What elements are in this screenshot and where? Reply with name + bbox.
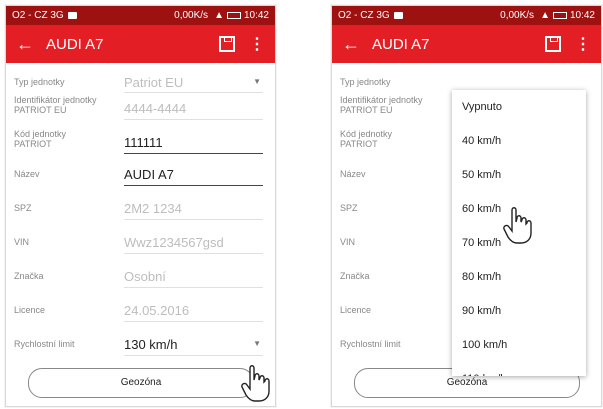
row-typ: Typ jednotky Patriot EU ▼ <box>14 73 275 95</box>
phone-screen-left: O2 - CZ 3G 0,00K/s ▲ 10:42 ← AUDI A7 ⋮ T… <box>5 5 276 407</box>
znacka-label: Značka <box>14 271 44 281</box>
licence-label: Licence <box>340 305 372 315</box>
clock: 10:42 <box>243 10 269 21</box>
network-speed: 0,00K/s <box>174 10 209 21</box>
znacka-field[interactable]: Osobní <box>124 269 166 284</box>
sim-icon <box>393 12 403 19</box>
limit-label: Rychlostní limit <box>14 339 75 349</box>
dropdown-option[interactable]: 50 km/h <box>452 158 586 192</box>
kod-label: Kód jednotky PATRIOT <box>14 129 67 149</box>
save-icon[interactable] <box>219 36 235 52</box>
nazev-label: Název <box>14 169 40 179</box>
nazev-field[interactable]: AUDI A7 <box>124 167 174 182</box>
ident-label: Identifikátor jednotky PATRIOT EU <box>14 95 97 115</box>
limit-select[interactable]: 130 km/h <box>124 337 177 352</box>
signal-icon: ▲ <box>540 10 550 21</box>
row-vin: VIN Wwz1234567gsd <box>14 225 275 259</box>
clock: 10:42 <box>569 10 595 21</box>
carrier-label: O2 - CZ 3G <box>338 10 390 21</box>
dropdown-arrow-icon: ▼ <box>253 77 261 86</box>
dropdown-option[interactable]: 100 km/h <box>452 328 586 362</box>
battery-icon <box>226 12 241 19</box>
row-znacka: Značka Osobní <box>14 259 275 293</box>
overflow-menu-icon[interactable]: ⋮ <box>575 34 591 54</box>
status-bar: O2 - CZ 3G 0,00K/s ▲ 10:42 <box>6 6 275 25</box>
licence-label: Licence <box>14 305 46 315</box>
typ-select[interactable]: Patriot EU <box>124 75 183 90</box>
battery-icon <box>552 12 567 19</box>
app-toolbar: ← AUDI A7 ⋮ <box>6 25 275 63</box>
kod-label: Kód jednotky PATRIOT <box>340 129 393 149</box>
row-licence: Licence 24.05.2016 <box>14 293 275 327</box>
ident-label: Identifikátor jednotky PATRIOT EU <box>340 95 423 115</box>
spz-field[interactable]: 2M2 1234 <box>124 201 182 216</box>
row-kod: Kód jednotky PATRIOT 111111 <box>14 125 275 157</box>
toolbar-title: AUDI A7 <box>372 35 430 53</box>
kod-field[interactable]: 111111 <box>124 135 163 150</box>
network-speed: 0,00K/s <box>500 10 535 21</box>
spz-label: SPZ <box>340 203 358 213</box>
back-arrow-icon[interactable]: ← <box>342 34 364 55</box>
row-limit: Rychlostní limit 130 km/h ▼ <box>14 327 275 361</box>
dropdown-option[interactable]: Vypnuto <box>452 90 586 124</box>
geozone-button[interactable]: Geozóna <box>28 368 254 398</box>
dropdown-option[interactable]: 90 km/h <box>452 294 586 328</box>
row-spz: SPZ 2M2 1234 <box>14 191 275 225</box>
limit-label: Rychlostní limit <box>340 339 401 349</box>
typ-label: Typ jednotky <box>14 77 65 87</box>
licence-field[interactable]: 24.05.2016 <box>124 303 189 318</box>
nazev-label: Název <box>340 169 366 179</box>
dropdown-arrow-icon: ▼ <box>253 339 261 348</box>
dropdown-option[interactable]: 40 km/h <box>452 124 586 158</box>
overflow-menu-icon[interactable]: ⋮ <box>249 34 265 54</box>
spz-label: SPZ <box>14 203 32 213</box>
phone-screen-right: O2 - CZ 3G 0,00K/s ▲ 10:42 ← AUDI A7 ⋮ T… <box>331 5 602 407</box>
dropdown-option[interactable]: 80 km/h <box>452 260 586 294</box>
back-arrow-icon[interactable]: ← <box>16 34 38 55</box>
hand-pointer-icon <box>241 365 270 402</box>
row-nazev: Název AUDI A7 <box>14 157 275 191</box>
vin-field[interactable]: Wwz1234567gsd <box>124 235 224 250</box>
row-ident: Identifikátor jednotky PATRIOT EU 4444-4… <box>14 95 275 125</box>
znacka-label: Značka <box>340 271 370 281</box>
status-bar: O2 - CZ 3G 0,00K/s ▲ 10:42 <box>332 6 601 25</box>
toolbar-title: AUDI A7 <box>46 35 104 53</box>
sim-icon <box>67 12 77 19</box>
vin-label: VIN <box>340 237 356 247</box>
ident-field[interactable]: 4444-4444 <box>124 101 186 116</box>
app-toolbar: ← AUDI A7 ⋮ <box>332 25 601 63</box>
vehicle-form: Typ jednotky Patriot EU ▼ Identifikátor … <box>6 73 275 361</box>
vin-label: VIN <box>14 237 30 247</box>
hand-pointer-icon <box>503 207 532 244</box>
save-icon[interactable] <box>545 36 561 52</box>
carrier-label: O2 - CZ 3G <box>12 10 64 21</box>
signal-icon: ▲ <box>214 10 224 21</box>
dropdown-option[interactable]: 110 km/h <box>452 362 586 376</box>
typ-label: Typ jednotky <box>340 77 391 87</box>
